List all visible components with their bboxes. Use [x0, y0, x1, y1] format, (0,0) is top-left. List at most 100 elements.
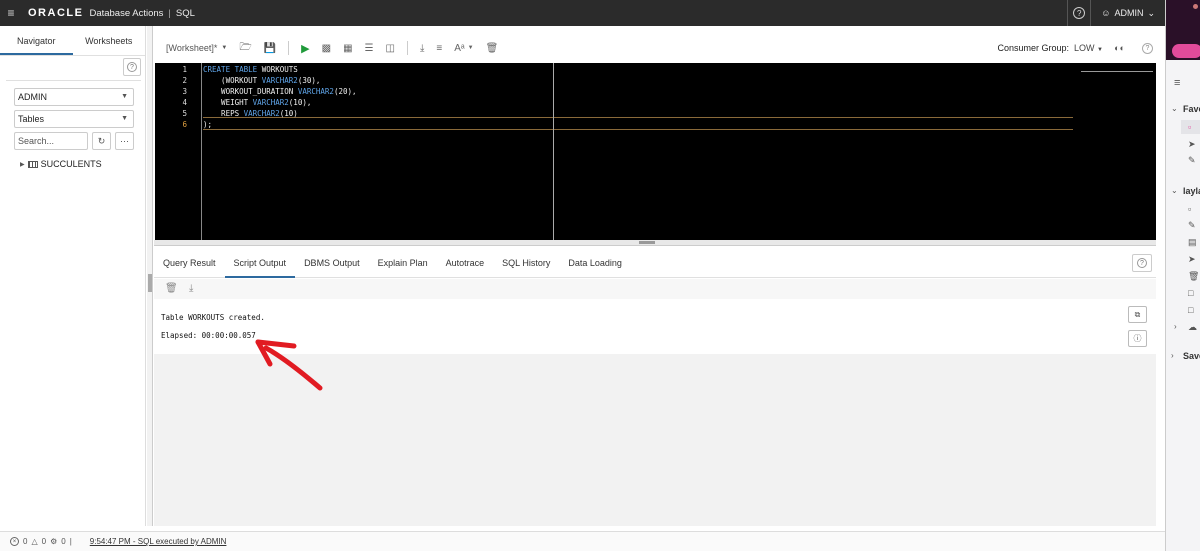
sql-editor[interactable]: 1 2 3 4 5 6 CREATE TABLE WORKOUTS (WORKO…: [155, 63, 1156, 240]
caret-down-icon[interactable]: ▼: [468, 45, 474, 51]
menu-icon[interactable]: ≡: [1174, 77, 1180, 89]
vertical-splitter[interactable]: [147, 26, 153, 526]
hamburger-menu-icon[interactable]: ≡: [0, 6, 22, 20]
run-statement-icon[interactable]: ▶: [301, 42, 309, 55]
caret-down-icon: ▼: [1097, 47, 1103, 53]
open-folder-icon[interactable]: 🗁: [239, 40, 251, 57]
clear-icon[interactable]: 🗑: [486, 43, 499, 54]
clear-output-icon[interactable]: 🗑: [165, 283, 178, 294]
status-message[interactable]: 9:54:47 PM - SQL executed by ADMIN: [90, 537, 227, 546]
archive-icon[interactable]: ▤: [1188, 237, 1197, 248]
pencil-icon[interactable]: ✎: [1188, 220, 1196, 231]
output-line: Table WORKOUTS created.: [161, 313, 265, 322]
chevron-right-icon[interactable]: ›: [1174, 322, 1177, 331]
output-tabs: Query Result Script Output DBMS Output E…: [154, 248, 1156, 278]
download-icon[interactable]: ⤓: [420, 43, 424, 54]
code-line: REPS VARCHAR2(10): [203, 109, 298, 118]
explain-plan-icon[interactable]: ☰: [365, 43, 374, 54]
tab-sql-history[interactable]: SQL History: [493, 248, 559, 278]
splitter-grip[interactable]: [148, 274, 152, 292]
autotrace-icon[interactable]: ◫: [386, 43, 395, 54]
main-area: [Worksheet]* ▼ 🗁 💾 ▶ ▩ ▦ ☰ ◫ ⤓ ≡ Aᵃ ▼ 🗑 …: [154, 26, 1165, 526]
run-all-icon[interactable]: ▦: [343, 43, 352, 54]
copy-output-button[interactable]: ⧉: [1128, 306, 1147, 323]
consumer-group-value: LOW: [1074, 43, 1095, 53]
consumer-group-select[interactable]: LOW ▼: [1074, 43, 1103, 53]
app-title: Database Actions: [89, 7, 164, 19]
horizontal-splitter[interactable]: [154, 240, 1156, 246]
warning-icon: △: [31, 537, 38, 546]
info-icon: ⓘ: [1133, 334, 1142, 343]
current-line-top-border: [203, 117, 1073, 118]
download-output-icon[interactable]: ⤓: [189, 283, 193, 294]
send-icon[interactable]: ➤: [1188, 139, 1196, 150]
splitter-grip[interactable]: [639, 241, 655, 244]
tab-script-output[interactable]: Script Output: [224, 248, 296, 278]
current-line-bottom-border: [203, 129, 1073, 130]
inbox-icon[interactable]: ▫: [1188, 204, 1191, 214]
section-title: SQL: [175, 7, 195, 19]
refresh-button[interactable]: ↻: [92, 132, 111, 150]
tree-item[interactable]: ▶ SUCCULENTS: [20, 159, 102, 169]
worksheet-name: [Worksheet]*: [166, 43, 218, 53]
line-number: 3: [182, 87, 187, 96]
code-line: );: [203, 120, 213, 129]
info-button[interactable]: ⓘ: [1128, 330, 1147, 347]
caret-down-icon: ▼: [121, 115, 128, 122]
pencil-icon[interactable]: ✎: [1188, 155, 1196, 166]
info-count: 0: [61, 537, 66, 546]
error-count: 0: [23, 537, 28, 546]
object-type-value: Tables: [18, 114, 45, 124]
status-divider: |: [69, 537, 72, 546]
tab-data-loading[interactable]: Data Loading: [559, 248, 631, 278]
output-toolbar: 🗑 ⤓: [154, 279, 1156, 299]
junk-icon[interactable]: □: [1188, 288, 1193, 298]
line-number: 5: [182, 109, 187, 118]
tab-explain-plan[interactable]: Explain Plan: [369, 248, 437, 278]
tab-query-result[interactable]: Query Result: [154, 248, 225, 278]
tab-worksheets[interactable]: Worksheets: [73, 26, 146, 55]
chevron-down-icon[interactable]: ⌄: [1171, 104, 1178, 113]
more-options-button[interactable]: ⋯: [115, 132, 134, 150]
tab-navigator[interactable]: Navigator: [0, 26, 73, 55]
schema-select[interactable]: ADMIN ▼: [14, 88, 134, 106]
cloud-icon[interactable]: ☁: [1188, 322, 1197, 333]
pink-pill: [1172, 44, 1200, 58]
folder-icon[interactable]: □: [1188, 305, 1193, 315]
strip-dot: [1193, 4, 1198, 9]
worksheet-selector[interactable]: [Worksheet]* ▼: [166, 43, 227, 53]
font-case-icon[interactable]: Aᵃ: [454, 43, 464, 54]
topbar-right: ? ☺ ADMIN ⌄: [1067, 0, 1165, 26]
send-icon[interactable]: ➤: [1188, 254, 1196, 265]
help-icon[interactable]: ?: [1142, 42, 1153, 54]
tab-dbms-output[interactable]: DBMS Output: [295, 248, 369, 278]
code-line: WORKOUT_DURATION VARCHAR2(20),: [203, 87, 357, 96]
favorites-label: Favo: [1183, 104, 1200, 114]
account-label: layla: [1183, 186, 1200, 196]
code-line: (WORKOUT VARCHAR2(30),: [203, 76, 321, 85]
caret-down-icon: ▼: [121, 93, 128, 100]
refresh-icon: ↻: [97, 135, 106, 146]
tab-autotrace[interactable]: Autotrace: [437, 248, 494, 278]
chevron-right-icon[interactable]: ›: [1171, 351, 1174, 360]
format-icon[interactable]: ≡: [436, 43, 442, 54]
toolbar-separator: [406, 41, 408, 55]
user-menu[interactable]: ☺ ADMIN ⌄: [1091, 8, 1165, 19]
binoculars-icon[interactable]: ◐◐: [1114, 43, 1125, 53]
help-icon: ?: [1073, 7, 1086, 19]
expand-triangle-icon[interactable]: ▶: [20, 161, 25, 168]
line-number: 6: [182, 120, 187, 129]
help-button[interactable]: ?: [1067, 0, 1092, 26]
run-script-icon[interactable]: ▩: [322, 43, 331, 54]
object-type-select[interactable]: Tables ▼: [14, 110, 134, 128]
navigator-help-button[interactable]: ?: [123, 58, 141, 76]
warning-count: 0: [41, 537, 47, 546]
chevron-down-icon[interactable]: ⌄: [1171, 186, 1178, 195]
ellipsis-icon: ⋯: [120, 135, 129, 146]
output-help-button[interactable]: ?: [1132, 254, 1152, 272]
minimap[interactable]: [1081, 64, 1153, 72]
trash-icon[interactable]: 🗑: [1188, 271, 1199, 282]
save-icon[interactable]: 💾: [264, 43, 276, 54]
error-icon: ×: [10, 537, 19, 546]
search-input[interactable]: Search...: [14, 132, 88, 150]
